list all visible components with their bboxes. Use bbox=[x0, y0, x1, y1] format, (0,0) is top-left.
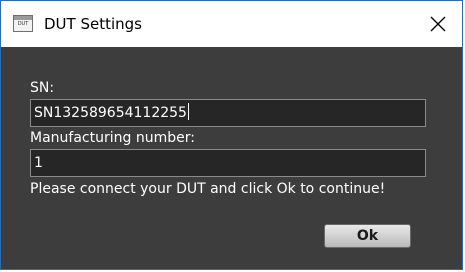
text-caret bbox=[187, 103, 189, 120]
sn-input[interactable]: SN132589654112255 bbox=[30, 99, 426, 127]
app-icon: DUT bbox=[13, 15, 33, 32]
manufacturing-number-label: Manufacturing number: bbox=[30, 130, 195, 146]
ok-button[interactable]: Ok bbox=[324, 224, 411, 248]
title-bar[interactable]: DUT DUT Settings bbox=[1, 1, 462, 47]
manufacturing-number-input[interactable]: 1 bbox=[30, 149, 426, 177]
sn-input-value: SN132589654112255 bbox=[34, 105, 187, 121]
close-button[interactable] bbox=[414, 1, 462, 47]
dialog-window: DUT DUT Settings SN: SN132589654112255 M… bbox=[0, 0, 463, 270]
manufacturing-number-value: 1 bbox=[34, 155, 43, 171]
dialog-content: SN: SN132589654112255 Manufacturing numb… bbox=[1, 47, 462, 269]
instruction-text: Please connect your DUT and click Ok to … bbox=[30, 181, 386, 197]
sn-label: SN: bbox=[30, 80, 55, 96]
window-title: DUT Settings bbox=[44, 15, 142, 33]
app-icon-text: DUT bbox=[17, 21, 29, 27]
close-icon bbox=[430, 16, 446, 32]
